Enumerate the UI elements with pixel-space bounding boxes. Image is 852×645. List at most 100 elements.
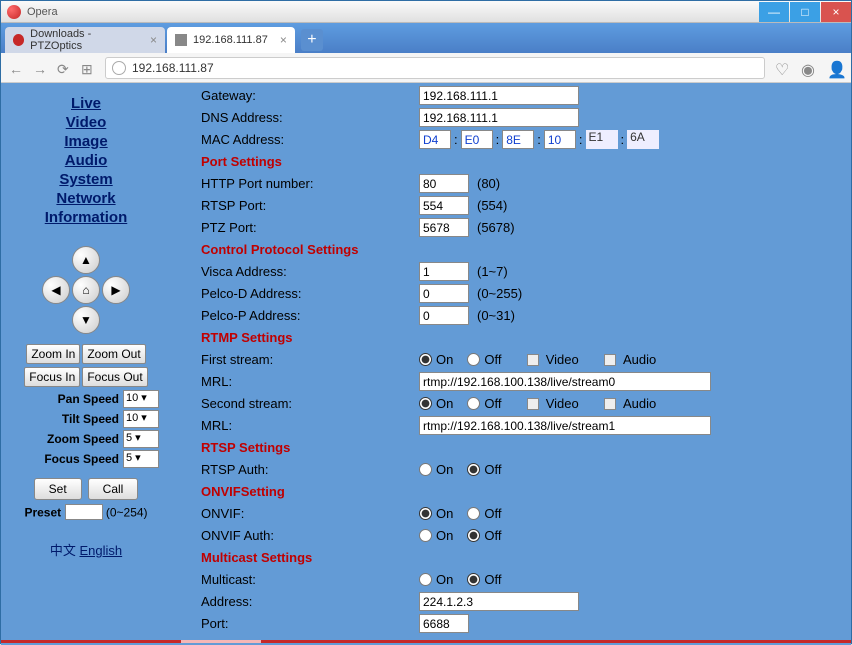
ptz-left-button[interactable]: ◀ xyxy=(42,276,70,304)
first-on-radio[interactable] xyxy=(419,353,432,366)
rtspauth-off-radio[interactable] xyxy=(467,463,480,476)
mac-seg-5: E1 xyxy=(586,130,618,149)
favicon-page-icon xyxy=(175,34,187,46)
onvifauth-off-radio[interactable] xyxy=(467,529,480,542)
mac-label: MAC Address: xyxy=(201,132,419,147)
onvif-on-radio[interactable] xyxy=(419,507,432,520)
first-stream-label: First stream: xyxy=(201,352,419,367)
rtsp-hint: (554) xyxy=(477,198,507,213)
preset-label: Preset xyxy=(24,506,61,520)
pelcop-input[interactable] xyxy=(419,306,469,325)
tab-camera[interactable]: 192.168.111.87 × xyxy=(167,27,295,53)
gateway-input[interactable] xyxy=(419,86,579,105)
focus-out-button[interactable]: Focus Out xyxy=(82,367,147,387)
tilt-speed-select[interactable]: 10 ▾ xyxy=(123,410,159,428)
dns-input[interactable] xyxy=(419,108,579,127)
onvif-off-radio[interactable] xyxy=(467,507,480,520)
onvifauth-on-radio[interactable] xyxy=(419,529,432,542)
pelcod-hint: (0~255) xyxy=(477,286,522,301)
opera-icon xyxy=(7,5,21,19)
pan-speed-select[interactable]: 10 ▾ xyxy=(123,390,159,408)
nav-system[interactable]: System xyxy=(7,171,165,188)
second-audio-check[interactable] xyxy=(604,398,616,410)
ptz-port-input[interactable] xyxy=(419,218,469,237)
lang-english[interactable]: English xyxy=(80,543,123,558)
mrl1-input[interactable] xyxy=(419,372,711,391)
mac-seg-3[interactable] xyxy=(502,130,534,149)
address-bar[interactable]: 192.168.111.87 xyxy=(105,57,765,79)
visca-input[interactable] xyxy=(419,262,469,281)
mac-seg-2[interactable] xyxy=(461,130,493,149)
nav-live[interactable]: Live xyxy=(7,95,165,112)
zoom-out-button[interactable]: Zoom Out xyxy=(82,344,145,364)
tilt-speed-label: Tilt Speed xyxy=(62,412,119,426)
rtsp-settings-header: RTSP Settings xyxy=(201,438,831,457)
first-audio-check[interactable] xyxy=(604,354,616,366)
mac-seg-1[interactable] xyxy=(419,130,451,149)
site-info-icon[interactable] xyxy=(112,61,126,75)
control-protocol-header: Control Protocol Settings xyxy=(201,240,831,259)
bookmark-icon[interactable]: ♡ xyxy=(775,60,791,76)
focus-speed-label: Focus Speed xyxy=(44,452,119,466)
zoom-in-button[interactable]: Zoom In xyxy=(26,344,80,364)
favicon-opera-icon xyxy=(13,34,24,46)
focus-in-button[interactable]: Focus In xyxy=(24,367,80,387)
lang-chinese[interactable]: 中文 xyxy=(50,543,76,558)
nav-information[interactable]: Information xyxy=(7,209,165,226)
nav-network[interactable]: Network xyxy=(7,190,165,207)
ptz-up-button[interactable]: ▲ xyxy=(72,246,100,274)
toolbar: ← → ⟳ ⊞ 192.168.111.87 ♡ ◉ 👤 xyxy=(1,53,851,83)
mcast-addr-input[interactable] xyxy=(419,592,579,611)
vpn-icon[interactable]: ◉ xyxy=(801,60,817,76)
second-on-radio[interactable] xyxy=(419,397,432,410)
second-off-radio[interactable] xyxy=(467,397,480,410)
reload-button[interactable]: ⟳ xyxy=(57,61,71,75)
rtsp-port-input[interactable] xyxy=(419,196,469,215)
mcast-off-radio[interactable] xyxy=(467,573,480,586)
mrl2-input[interactable] xyxy=(419,416,711,435)
onvif-auth-label: ONVIF Auth: xyxy=(201,528,419,543)
http-port-input[interactable] xyxy=(419,174,469,193)
tab-close-icon[interactable]: × xyxy=(150,33,157,47)
progress-bar xyxy=(1,640,851,643)
new-tab-button[interactable]: + xyxy=(301,29,323,51)
progress-indicator xyxy=(181,640,261,643)
mac-seg-6: 6A xyxy=(627,130,659,149)
app-title: Opera xyxy=(27,6,759,18)
mcast-port-input[interactable] xyxy=(419,614,469,633)
close-button[interactable]: × xyxy=(821,2,851,22)
preset-input[interactable] xyxy=(65,504,103,520)
first-video-check[interactable] xyxy=(527,354,539,366)
dns-label: DNS Address: xyxy=(201,110,419,125)
preset-set-button[interactable]: Set xyxy=(34,478,82,500)
forward-button[interactable]: → xyxy=(33,61,47,75)
second-video-check[interactable] xyxy=(527,398,539,410)
ptz-right-button[interactable]: ▶ xyxy=(102,276,130,304)
preset-call-button[interactable]: Call xyxy=(88,478,139,500)
nav-video[interactable]: Video xyxy=(7,114,165,131)
nav-image[interactable]: Image xyxy=(7,133,165,150)
maximize-button[interactable]: □ xyxy=(790,2,820,22)
minimize-button[interactable]: — xyxy=(759,2,789,22)
rtspauth-on-radio[interactable] xyxy=(419,463,432,476)
profile-icon[interactable]: 👤 xyxy=(827,60,843,76)
rtmp-settings-header: RTMP Settings xyxy=(201,328,831,347)
pelcod-input[interactable] xyxy=(419,284,469,303)
port-settings-header: Port Settings xyxy=(201,152,831,171)
second-stream-label: Second stream: xyxy=(201,396,419,411)
ptz-down-button[interactable]: ▼ xyxy=(72,306,100,334)
ptz-home-button[interactable]: ⌂ xyxy=(72,276,100,304)
focus-speed-select[interactable]: 5 ▾ xyxy=(123,450,159,468)
nav-audio[interactable]: Audio xyxy=(7,152,165,169)
zoom-speed-select[interactable]: 5 ▾ xyxy=(123,430,159,448)
tab-close-icon[interactable]: × xyxy=(280,33,287,47)
mcast-on-radio[interactable] xyxy=(419,573,432,586)
mac-seg-4[interactable] xyxy=(544,130,576,149)
pan-speed-label: Pan Speed xyxy=(58,392,119,406)
speed-dial-button[interactable]: ⊞ xyxy=(81,61,95,75)
first-off-radio[interactable] xyxy=(467,353,480,366)
preset-hint: (0~254) xyxy=(106,506,148,520)
http-hint: (80) xyxy=(477,176,500,191)
back-button[interactable]: ← xyxy=(9,61,23,75)
tab-downloads[interactable]: Downloads - PTZOptics × xyxy=(5,27,165,53)
